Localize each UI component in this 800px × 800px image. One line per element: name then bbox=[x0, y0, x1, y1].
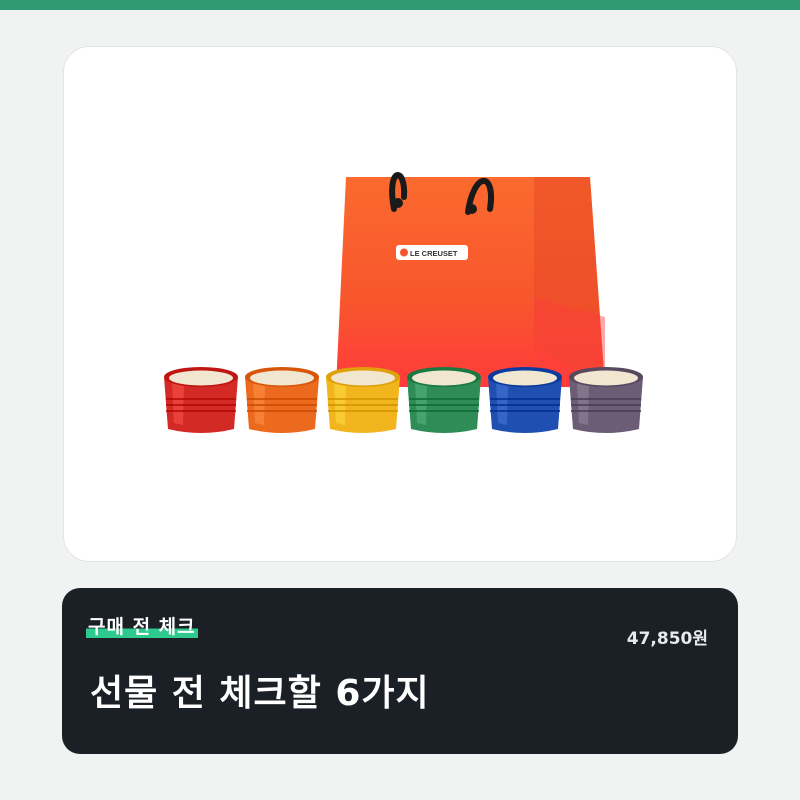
ramekin bbox=[245, 367, 319, 433]
ramekin bbox=[326, 367, 400, 433]
article-title[interactable]: 선물 전 체크할 6가지 bbox=[90, 672, 430, 716]
shopping-bag: LE CREUSET bbox=[336, 172, 605, 387]
product-image-card[interactable]: LE CREUSET bbox=[63, 46, 737, 562]
ramekin bbox=[407, 367, 481, 433]
svg-text:LE CREUSET: LE CREUSET bbox=[410, 249, 458, 258]
ramekin bbox=[164, 367, 238, 433]
top-accent-bar bbox=[0, 0, 800, 10]
price-label: 47,850원 bbox=[626, 629, 708, 649]
article-info-panel[interactable]: 구매 전 체크 47,850원 선물 전 체크할 6가지 bbox=[62, 588, 738, 754]
category-tag: 구매 전 체크 bbox=[86, 614, 198, 640]
ramekin bbox=[488, 367, 562, 433]
product-image: LE CREUSET bbox=[164, 172, 643, 433]
ramekin bbox=[569, 367, 643, 433]
